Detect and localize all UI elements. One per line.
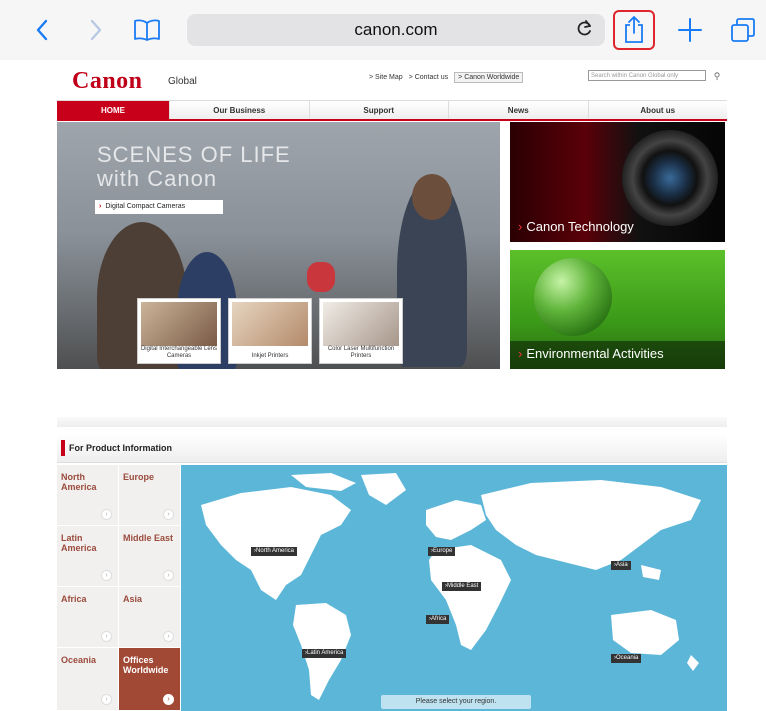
- region-label: Oceania: [61, 655, 97, 665]
- product-info-title: For Product Information: [69, 443, 172, 453]
- thumb-laser-multifunction[interactable]: Color Laser Multifunction Printers: [319, 298, 403, 364]
- pin-label: Oceania: [616, 655, 639, 661]
- region-list: North America › Europe › Latin America › Mi…: [57, 465, 181, 711]
- region-middle-east[interactable]: Middle East ›: [119, 526, 181, 587]
- map-pin-north-america[interactable]: ›North America: [251, 547, 298, 556]
- header-marker: [61, 440, 65, 456]
- map-pin-latin-america[interactable]: ›Latin America: [302, 649, 347, 658]
- region-label: North America: [61, 472, 97, 492]
- chevron-right-icon: ›: [163, 509, 174, 520]
- contact-link[interactable]: > Contact us: [409, 74, 449, 81]
- pin-label: Latin America: [307, 650, 344, 656]
- search-icon[interactable]: ⚲: [710, 70, 724, 82]
- address-bar[interactable]: canon.com: [187, 14, 605, 46]
- map-pin-europe[interactable]: ›Europe: [428, 547, 456, 556]
- hero-banner[interactable]: SCENES OF LIFE with Canon › Digital Compa…: [57, 122, 500, 369]
- region-asia[interactable]: Asia ›: [119, 587, 181, 648]
- thumb-image: [141, 302, 217, 346]
- nav-about-us[interactable]: About us: [587, 101, 728, 119]
- region-label: Middle East: [123, 533, 174, 543]
- site-map-link[interactable]: > Site Map: [369, 74, 403, 81]
- region-europe[interactable]: Europe ›: [119, 465, 181, 526]
- chevron-right-icon: ›: [163, 694, 174, 705]
- share-button[interactable]: [613, 10, 655, 50]
- region-label: Offices Worldwide: [123, 655, 169, 675]
- world-map[interactable]: ›North America ›Europe ›Asia ›Middle Eas…: [181, 465, 727, 711]
- region-label: Africa: [61, 594, 87, 604]
- site-search-input[interactable]: Search within Canon Global only: [588, 70, 706, 81]
- map-pin-oceania[interactable]: ›Oceania: [611, 654, 642, 663]
- chevron-right-icon: ›: [163, 631, 174, 642]
- url-text: canon.com: [354, 20, 438, 39]
- thumb-image: [323, 302, 399, 346]
- web-page: Canon Global > Site Map > Contact us > C…: [0, 60, 766, 711]
- book-icon[interactable]: [130, 13, 164, 47]
- thumb-caption: Inkjet Printers: [251, 353, 289, 359]
- nav-news[interactable]: News: [448, 101, 588, 119]
- region-select-prompt: Please select your region.: [381, 695, 531, 709]
- digital-compact-cameras-button[interactable]: › Digital Compact Cameras: [95, 200, 223, 214]
- canon-logo[interactable]: Canon: [72, 68, 143, 95]
- product-thumbs: Digital Interchangeable Lens Cameras Ink…: [137, 298, 403, 364]
- pin-label: North America: [256, 548, 295, 554]
- top-links: > Site Map > Contact us > Canon Worldwid…: [369, 72, 524, 83]
- region-north-america[interactable]: North America ›: [57, 465, 119, 526]
- chevron-right-icon: ›: [163, 570, 174, 581]
- hero-title: SCENES OF LIFE: [97, 142, 291, 167]
- worldwide-link[interactable]: > Canon Worldwide: [454, 72, 524, 83]
- share-icon: [625, 16, 643, 43]
- tabs-icon[interactable]: [727, 13, 759, 47]
- photo-figure: [307, 262, 335, 292]
- section-divider: [57, 417, 727, 427]
- region-label: Europe: [123, 472, 155, 482]
- hero-subtitle: with Canon: [97, 166, 218, 191]
- plus-icon[interactable]: [675, 13, 705, 47]
- product-info-header: For Product Information: [57, 434, 727, 463]
- nav-our-business[interactable]: Our Business: [169, 101, 309, 119]
- reload-icon[interactable]: [577, 19, 593, 42]
- region-label: Latin America: [61, 533, 97, 553]
- canon-technology-tile[interactable]: › Canon Technology: [510, 122, 725, 242]
- pin-label: Africa: [431, 616, 447, 622]
- region-label: Global: [168, 76, 197, 87]
- region-label: Asia: [123, 594, 143, 604]
- thumb-interchangeable-lens[interactable]: Digital Interchangeable Lens Cameras: [137, 298, 221, 364]
- map-pin-middle-east[interactable]: ›Middle East: [442, 582, 482, 591]
- chevron-right-icon: ›: [101, 631, 112, 642]
- main-nav: HOME Our Business Support News About us: [57, 100, 727, 121]
- thumb-image: [232, 302, 308, 346]
- globe-image: [534, 258, 612, 336]
- pin-label: Europe: [433, 548, 453, 554]
- map-pin-asia[interactable]: ›Asia: [611, 561, 631, 570]
- region-oceania[interactable]: Oceania ›: [57, 648, 119, 711]
- thumb-inkjet-printers[interactable]: Inkjet Printers: [228, 298, 312, 364]
- pin-label: Middle East: [447, 583, 479, 589]
- chevron-right-icon: ›: [101, 694, 112, 705]
- camera-lens-image: [622, 130, 718, 226]
- map-pin-africa[interactable]: ›Africa: [426, 615, 450, 624]
- region-africa[interactable]: Africa ›: [57, 587, 119, 648]
- tile-label: › Canon Technology: [518, 219, 634, 234]
- photo-figure: [412, 174, 452, 220]
- region-offices-worldwide[interactable]: Offices Worldwide ›: [119, 648, 181, 711]
- tile-label-text: Environmental Activities: [526, 346, 664, 361]
- nav-home[interactable]: HOME: [57, 101, 169, 119]
- environmental-activities-tile[interactable]: › Environmental Activities: [510, 250, 725, 369]
- button-label: Digital Compact Cameras: [105, 203, 186, 210]
- nav-support[interactable]: Support: [308, 101, 449, 119]
- tile-label: › Environmental Activities: [518, 346, 664, 361]
- chevron-right-icon[interactable]: [84, 13, 108, 47]
- pin-label: Asia: [616, 562, 628, 568]
- chevron-right-icon: ›: [101, 570, 112, 581]
- region-latin-america[interactable]: Latin America ›: [57, 526, 119, 587]
- thumb-caption: Color Laser Multifunction Printers: [327, 346, 395, 359]
- chevron-left-icon[interactable]: [30, 13, 54, 47]
- thumb-caption: Digital Interchangeable Lens Cameras: [140, 346, 218, 359]
- tile-label-text: Canon Technology: [526, 219, 634, 234]
- browser-toolbar: canon.com: [0, 0, 766, 60]
- chevron-right-icon: ›: [101, 509, 112, 520]
